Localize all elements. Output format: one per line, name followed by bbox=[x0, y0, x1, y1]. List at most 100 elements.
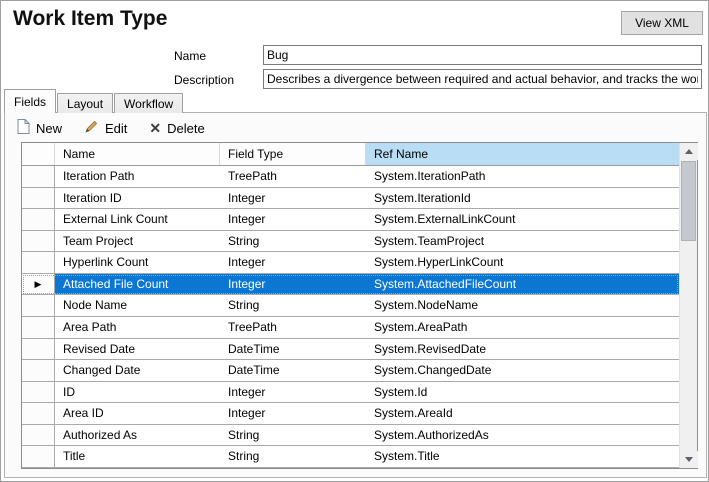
tab-fields[interactable]: Fields bbox=[4, 89, 56, 113]
grid-body: Iteration PathTreePathSystem.IterationPa… bbox=[22, 166, 679, 468]
field-name-cell: Title bbox=[55, 446, 220, 467]
new-button-label: New bbox=[36, 121, 62, 136]
edit-pencil-icon bbox=[84, 119, 99, 137]
table-row[interactable]: Revised DateDateTimeSystem.RevisedDate bbox=[22, 339, 679, 361]
column-header-name[interactable]: Name bbox=[55, 143, 220, 165]
field-name-cell: Area ID bbox=[55, 403, 220, 424]
ref-name-cell: System.RevisedDate bbox=[366, 339, 679, 360]
ref-name-cell: System.ChangedDate bbox=[366, 360, 679, 381]
table-row[interactable]: Authorized AsStringSystem.AuthorizedAs bbox=[22, 425, 679, 447]
row-selector-cell bbox=[22, 446, 55, 467]
field-type-cell: Integer bbox=[220, 403, 366, 424]
table-row[interactable]: Area IDIntegerSystem.AreaId bbox=[22, 403, 679, 425]
row-selector-cell bbox=[22, 403, 55, 424]
field-name-cell: Area Path bbox=[55, 317, 220, 338]
ref-name-cell: System.AuthorizedAs bbox=[366, 425, 679, 446]
ref-name-cell: System.AreaPath bbox=[366, 317, 679, 338]
table-row[interactable]: TitleStringSystem.Title bbox=[22, 446, 679, 468]
ref-name-cell: System.HyperLinkCount bbox=[366, 252, 679, 273]
ref-name-cell: System.ExternalLinkCount bbox=[366, 209, 679, 230]
table-row[interactable]: Area PathTreePathSystem.AreaPath bbox=[22, 317, 679, 339]
field-name-cell: Changed Date bbox=[55, 360, 220, 381]
page-title: Work Item Type bbox=[13, 7, 167, 31]
work-item-type-dialog: Work Item Type View XML Name Description… bbox=[0, 0, 709, 482]
fields-grid: Name Field Type Ref Name Iteration PathT… bbox=[21, 142, 698, 469]
table-row[interactable]: Hyperlink CountIntegerSystem.HyperLinkCo… bbox=[22, 252, 679, 274]
new-button[interactable]: New bbox=[13, 117, 66, 139]
scroll-up-button[interactable] bbox=[680, 143, 698, 160]
field-name-cell: Revised Date bbox=[55, 339, 220, 360]
name-input[interactable] bbox=[263, 45, 702, 65]
row-selector-cell bbox=[22, 209, 55, 230]
edit-button-label: Edit bbox=[105, 121, 127, 136]
scroll-up-arrow-icon bbox=[685, 149, 693, 154]
ref-name-cell: System.TeamProject bbox=[366, 231, 679, 252]
vertical-scrollbar[interactable] bbox=[679, 143, 697, 468]
table-row[interactable]: IDIntegerSystem.Id bbox=[22, 382, 679, 404]
field-name-cell: Node Name bbox=[55, 295, 220, 316]
row-selector-cell bbox=[22, 166, 55, 187]
field-name-cell: Hyperlink Count bbox=[55, 252, 220, 273]
field-name-cell: ID bbox=[55, 382, 220, 403]
ref-name-cell: System.NodeName bbox=[366, 295, 679, 316]
row-selector-cell bbox=[22, 295, 55, 316]
header-selector-cell bbox=[22, 143, 55, 165]
field-type-cell: Integer bbox=[220, 209, 366, 230]
description-label: Description bbox=[174, 73, 234, 87]
row-selector-cell: ▶ bbox=[22, 274, 55, 295]
table-row[interactable]: Iteration IDIntegerSystem.IterationId bbox=[22, 188, 679, 210]
table-row[interactable]: Iteration PathTreePathSystem.IterationPa… bbox=[22, 166, 679, 188]
table-row[interactable]: ▶ Attached File CountIntegerSystem.Attach… bbox=[22, 274, 679, 296]
ref-name-cell: System.IterationPath bbox=[366, 166, 679, 187]
row-selector-cell bbox=[22, 252, 55, 273]
ref-name-cell: System.Title bbox=[366, 446, 679, 467]
delete-button[interactable]: ✕ Delete bbox=[145, 119, 208, 138]
row-selector-cell bbox=[22, 231, 55, 252]
current-row-indicator-icon: ▶ bbox=[35, 280, 42, 289]
field-name-cell: Authorized As bbox=[55, 425, 220, 446]
field-type-cell: Integer bbox=[220, 252, 366, 273]
column-header-field-type[interactable]: Field Type bbox=[220, 143, 366, 165]
edit-button[interactable]: Edit bbox=[80, 117, 131, 139]
field-type-cell: TreePath bbox=[220, 317, 366, 338]
description-input[interactable] bbox=[263, 69, 702, 89]
row-selector-cell bbox=[22, 188, 55, 209]
field-name-cell: External Link Count bbox=[55, 209, 220, 230]
tab-layout[interactable]: Layout bbox=[57, 93, 113, 113]
delete-button-label: Delete bbox=[167, 121, 205, 136]
field-type-cell: String bbox=[220, 425, 366, 446]
grid-toolbar: New Edit ✕ Delete bbox=[13, 116, 209, 140]
name-label: Name bbox=[174, 49, 206, 63]
scrollbar-thumb[interactable] bbox=[681, 161, 696, 241]
field-type-cell: DateTime bbox=[220, 339, 366, 360]
field-type-cell: String bbox=[220, 295, 366, 316]
row-selector-cell bbox=[22, 360, 55, 381]
field-name-cell: Iteration Path bbox=[55, 166, 220, 187]
grid-header: Name Field Type Ref Name bbox=[22, 143, 679, 166]
table-row[interactable]: External Link CountIntegerSystem.Externa… bbox=[22, 209, 679, 231]
tab-strip: Fields Layout Workflow bbox=[4, 89, 184, 113]
row-selector-cell bbox=[22, 339, 55, 360]
row-selector-cell bbox=[22, 425, 55, 446]
tab-workflow[interactable]: Workflow bbox=[114, 93, 183, 113]
new-document-icon bbox=[17, 119, 30, 137]
table-row[interactable]: Changed DateDateTimeSystem.ChangedDate bbox=[22, 360, 679, 382]
field-name-cell: Attached File Count bbox=[55, 274, 220, 295]
scroll-down-arrow-icon bbox=[685, 457, 693, 462]
field-type-cell: DateTime bbox=[220, 360, 366, 381]
grid-content: Name Field Type Ref Name Iteration PathT… bbox=[22, 143, 679, 468]
row-selector-cell bbox=[22, 382, 55, 403]
table-row[interactable]: Team ProjectStringSystem.TeamProject bbox=[22, 231, 679, 253]
ref-name-cell: System.Id bbox=[366, 382, 679, 403]
fields-tab-page: New Edit ✕ Delete Name Field Type Ref Na… bbox=[4, 112, 707, 478]
column-header-ref-name[interactable]: Ref Name bbox=[366, 143, 679, 165]
field-type-cell: TreePath bbox=[220, 166, 366, 187]
ref-name-cell: System.AreaId bbox=[366, 403, 679, 424]
field-type-cell: Integer bbox=[220, 274, 366, 295]
scroll-down-button[interactable] bbox=[680, 451, 698, 468]
view-xml-button[interactable]: View XML bbox=[621, 11, 703, 35]
field-type-cell: Integer bbox=[220, 382, 366, 403]
ref-name-cell: System.AttachedFileCount bbox=[366, 274, 679, 295]
field-name-cell: Iteration ID bbox=[55, 188, 220, 209]
table-row[interactable]: Node NameStringSystem.NodeName bbox=[22, 295, 679, 317]
